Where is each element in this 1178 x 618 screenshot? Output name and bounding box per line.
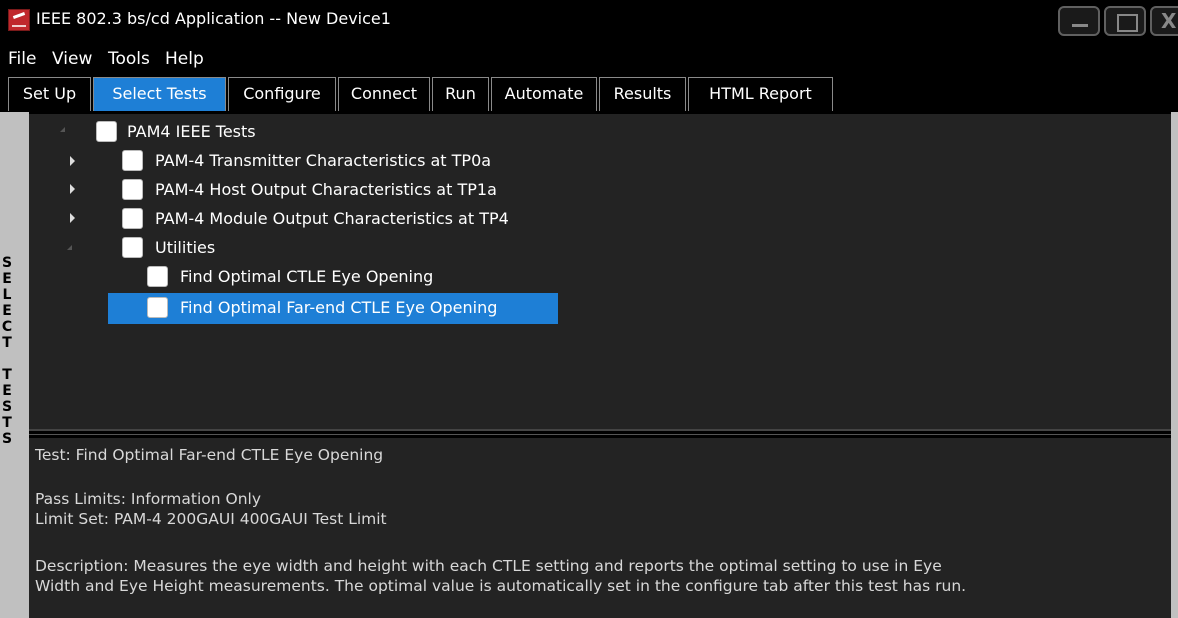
minimize-button[interactable] bbox=[1058, 6, 1100, 36]
tab-connect[interactable]: Connect bbox=[338, 77, 430, 111]
close-button[interactable]: X bbox=[1150, 6, 1178, 36]
detail-pass-limits: Pass Limits: Information Only bbox=[35, 490, 262, 508]
tree-label-root[interactable]: PAM4 IEEE Tests bbox=[127, 122, 256, 141]
tree-label-find-optimal-ctle[interactable]: Find Optimal CTLE Eye Opening bbox=[180, 267, 433, 286]
checkbox-pam4-ieee-tests[interactable] bbox=[96, 121, 117, 142]
title-bar: IEEE 802.3 bs/cd Application -- New Devi… bbox=[0, 0, 1178, 40]
detail-description-line-1: Description: Measures the eye width and … bbox=[35, 557, 942, 575]
menu-tools[interactable]: Tools bbox=[108, 49, 150, 69]
app-icon bbox=[8, 9, 30, 31]
panel-frame-column bbox=[14, 112, 29, 618]
collapsed-arrow-icon[interactable] bbox=[68, 184, 78, 194]
menu-bar: File View Tools Help bbox=[0, 40, 1178, 74]
tab-configure[interactable]: Configure bbox=[228, 77, 336, 111]
checkbox-find-optimal-far-end-ctle[interactable] bbox=[147, 297, 168, 318]
tree-label-find-optimal-far-end-ctle[interactable]: Find Optimal Far-end CTLE Eye Opening bbox=[180, 298, 497, 317]
tab-automate[interactable]: Automate bbox=[491, 77, 597, 111]
collapsed-arrow-icon[interactable] bbox=[68, 156, 78, 166]
checkbox-utilities[interactable] bbox=[122, 237, 143, 258]
checkbox-transmitter-tp0a[interactable] bbox=[122, 150, 143, 171]
test-details-pane: Test: Find Optimal Far-end CTLE Eye Open… bbox=[29, 438, 1171, 618]
maximize-button[interactable] bbox=[1104, 6, 1146, 36]
tree-label-host-output-tp1a[interactable]: PAM-4 Host Output Characteristics at TP1… bbox=[155, 180, 497, 199]
close-icon: X bbox=[1161, 9, 1177, 33]
detail-limit-set: Limit Set: PAM-4 200GAUI 400GAUI Test Li… bbox=[35, 510, 387, 528]
detail-test-name: Test: Find Optimal Far-end CTLE Eye Open… bbox=[35, 446, 384, 464]
window-title: IEEE 802.3 bs/cd Application -- New Devi… bbox=[36, 9, 391, 28]
checkbox-find-optimal-ctle[interactable] bbox=[147, 266, 168, 287]
tab-select-tests[interactable]: Select Tests bbox=[93, 77, 226, 111]
pane-splitter[interactable] bbox=[29, 429, 1171, 438]
checkbox-module-output-tp4[interactable] bbox=[122, 208, 143, 229]
menu-file[interactable]: File bbox=[8, 49, 36, 69]
menu-help[interactable]: Help bbox=[165, 49, 204, 69]
tree-label-utilities[interactable]: Utilities bbox=[155, 238, 215, 257]
menu-view[interactable]: View bbox=[52, 49, 92, 69]
side-label: SELECT TESTS bbox=[1, 255, 13, 447]
tab-run[interactable]: Run bbox=[432, 77, 489, 111]
expanded-arrow-icon[interactable] bbox=[58, 125, 68, 135]
detail-description-line-2: Width and Eye Height measurements. The o… bbox=[35, 577, 967, 595]
collapsed-arrow-icon[interactable] bbox=[68, 213, 78, 223]
tree-label-module-output-tp4[interactable]: PAM-4 Module Output Characteristics at T… bbox=[155, 209, 509, 228]
checkbox-host-output-tp1a[interactable] bbox=[122, 179, 143, 200]
tab-set-up[interactable]: Set Up bbox=[8, 77, 91, 111]
expanded-arrow-icon[interactable] bbox=[65, 243, 75, 253]
tree-label-transmitter-tp0a[interactable]: PAM-4 Transmitter Characteristics at TP0… bbox=[155, 151, 491, 170]
panel-frame-right bbox=[1171, 112, 1178, 618]
tab-html-report[interactable]: HTML Report bbox=[688, 77, 833, 111]
tab-bar: Set Up Select Tests Configure Connect Ru… bbox=[0, 74, 1178, 112]
tab-results[interactable]: Results bbox=[599, 77, 686, 111]
